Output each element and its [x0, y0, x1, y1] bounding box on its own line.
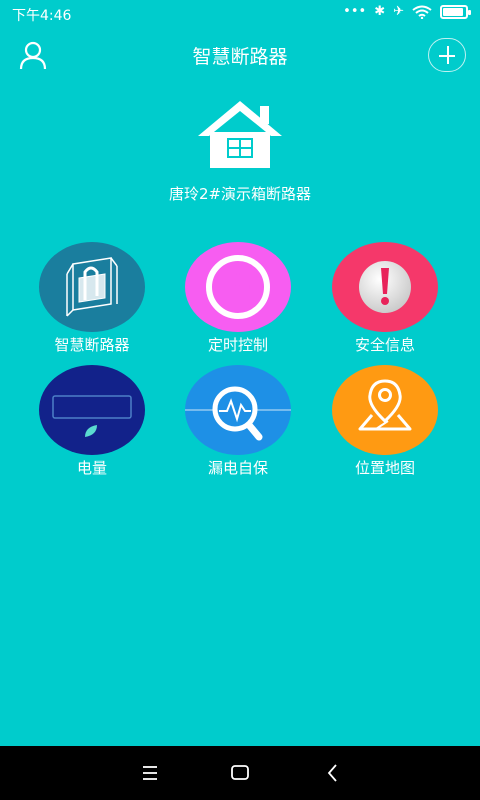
back-icon[interactable] [320, 760, 346, 786]
add-device-button[interactable] [428, 38, 466, 72]
menu-item-label: 位置地图 [354, 459, 415, 477]
menu-item-label: 漏电自保 [207, 459, 268, 477]
menu-item-energy[interactable]: 电量 [22, 365, 162, 478]
menu-item-label: 电量 [76, 459, 107, 477]
menu-item-safety-info[interactable]: 安全信息 [315, 242, 455, 355]
breaker-icon [39, 242, 145, 332]
menu-item-leakage-protection[interactable]: 漏电自保 [168, 365, 308, 478]
clock-icon [185, 242, 291, 332]
map-pin-icon [332, 365, 438, 455]
status-icons: ••• ✱ ✈ [343, 4, 471, 19]
page-title: 智慧断路器 [192, 46, 288, 68]
status-time: 下午4:46 [12, 8, 72, 24]
menu-item-label: 安全信息 [354, 336, 415, 354]
menu-icon[interactable] [137, 760, 163, 786]
airplane-icon: ✈ [393, 4, 404, 19]
alert-icon [332, 242, 438, 332]
battery-icon [440, 4, 471, 19]
menu-item-location-map[interactable]: 位置地图 [315, 365, 455, 478]
menu-item-timer-control[interactable]: 定时控制 [168, 242, 308, 355]
house-icon [198, 101, 282, 168]
battery-level [443, 7, 463, 16]
home-icon[interactable] [227, 760, 253, 786]
wifi-icon [412, 5, 432, 19]
more-dots-icon: ••• [343, 4, 367, 19]
status-bar: 下午4:46 ••• ✱ ✈ [0, 0, 480, 28]
energy-meter-icon [39, 365, 145, 455]
bluetooth-icon: ✱ [374, 4, 386, 19]
menu-item-label: 定时控制 [207, 336, 268, 354]
leakage-search-icon [185, 365, 291, 455]
menu-item-label: 智慧断路器 [54, 336, 130, 354]
menu-item-smart-breaker[interactable]: 智慧断路器 [22, 242, 162, 355]
system-nav-bar [0, 746, 480, 800]
top-nav-bar: 智慧断路器 [0, 32, 480, 76]
device-name: 唐玲2#演示箱断路器 [168, 185, 312, 203]
